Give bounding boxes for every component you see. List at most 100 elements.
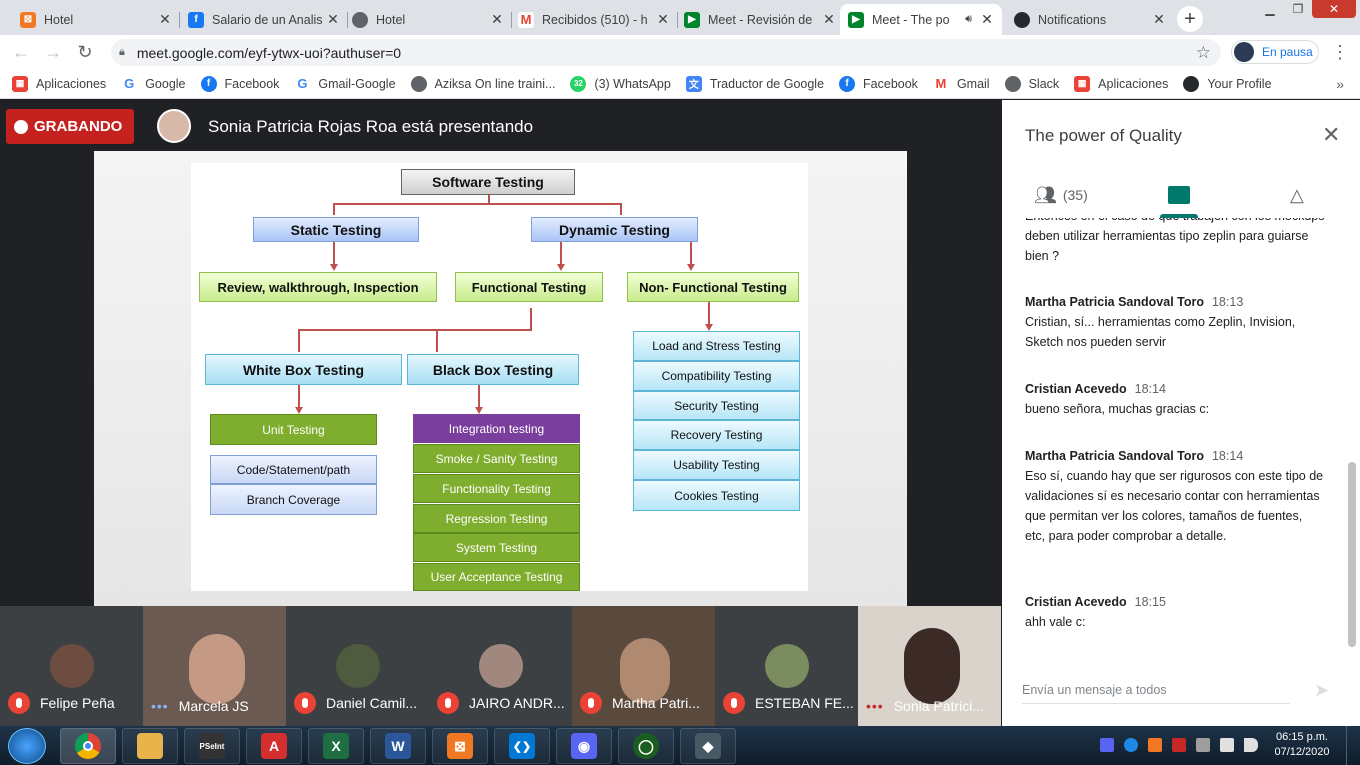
antivirus-tray-icon[interactable] [1172, 738, 1186, 752]
participant-tile[interactable]: ••• Marcela JS [143, 606, 286, 726]
discord-tray-icon[interactable] [1100, 738, 1114, 752]
chat-message-input[interactable]: Envía un mensaje a todos [1022, 683, 1290, 704]
address-bar[interactable]: 🔒︎ meet.google.com/eyf-ytwx-uoi?authuser… [111, 39, 1221, 66]
close-icon[interactable]: ✕ [822, 11, 836, 28]
flag-tray-icon[interactable] [1196, 738, 1210, 752]
diagram-node-branch: Branch Coverage [210, 484, 377, 515]
people-count: (35) [1062, 187, 1088, 203]
speaker-icon[interactable]: 🔊︎ [965, 13, 972, 26]
bookmark-item[interactable]: Slack [1004, 75, 1060, 92]
tab-activities[interactable]: △ [1290, 180, 1304, 210]
participant-video [904, 628, 960, 704]
minimize-button[interactable]: ▁ [1256, 0, 1284, 18]
clock-date: 07/12/2020 [1274, 746, 1330, 758]
back-button[interactable]: ← [9, 41, 33, 63]
close-icon[interactable]: ✕ [656, 11, 670, 28]
tab[interactable]: ▶ Meet - Revisión de ✕ [676, 4, 844, 35]
tab[interactable]: Hotel ✕ [344, 4, 512, 35]
close-icon[interactable]: ✕ [326, 11, 340, 28]
xampp-app[interactable]: ⊠ [432, 728, 488, 764]
diagram-node-nonfunc-item: Security Testing [633, 391, 800, 420]
profile-button[interactable]: En pausa [1231, 40, 1319, 64]
lock-icon: 🔒︎ [119, 46, 125, 58]
chat-scrollbar[interactable] [1348, 462, 1356, 647]
vscode-app[interactable]: ❮❯ [494, 728, 550, 764]
show-desktop-button[interactable] [1346, 726, 1360, 765]
word-app[interactable]: W [370, 728, 426, 764]
participant-tile[interactable]: JAIRO ANDR... [429, 606, 572, 726]
new-tab-button[interactable]: + [1177, 6, 1203, 32]
participant-tile[interactable]: ••• Sonia Patrici... [858, 606, 1001, 726]
greenshot-app[interactable]: ◯ [618, 728, 674, 764]
apps-grid-icon: ▦ [12, 75, 28, 92]
chat-messages: Entonces en el caso de que trabajen con … [1002, 218, 1360, 654]
bookmark-label: Aplicaciones [36, 76, 107, 91]
system-clock[interactable]: 06:15 p.m. 07/12/2020 [1272, 730, 1332, 760]
bookmark-item[interactable]: Aziksa On line traini... [410, 75, 555, 92]
message-time: 18:14 [1134, 382, 1166, 396]
bookmark-item[interactable]: G Google [121, 75, 186, 92]
tab[interactable]: f Salario de un Analis ✕ [180, 4, 348, 35]
bookmark-item[interactable]: f Facebook [839, 75, 918, 92]
tab[interactable]: Notifications ✕ [1006, 4, 1174, 35]
close-icon[interactable]: ✕ [158, 11, 172, 28]
bookmark-item[interactable]: 文 Traductor de Google [685, 75, 824, 92]
bookmark-item[interactable]: 32 (3) WhatsApp [570, 75, 671, 92]
avatar [157, 109, 191, 143]
tab[interactable]: M Recibidos (510) - h ✕ [510, 4, 678, 35]
forward-button[interactable]: → [41, 41, 65, 63]
google-icon: G [294, 75, 311, 92]
presenter-text: Sonia Patricia Rojas Roa está presentand… [208, 117, 534, 136]
participant-tile[interactable]: Felipe Peña [0, 606, 143, 726]
reload-button[interactable]: ↻ [73, 41, 97, 63]
tab[interactable]: ⊠ Hotel ✕ [12, 4, 180, 35]
diagram-node-review: Review, walkthrough, Inspection [199, 272, 437, 302]
psint-app[interactable]: PSeInt [184, 728, 240, 764]
close-icon[interactable]: ✕ [1322, 122, 1340, 148]
chat-message: Entonces en el caso de que trabajen con … [1025, 218, 1325, 266]
participant-tile[interactable]: Daniel Camil... [286, 606, 429, 726]
record-dot-icon [14, 119, 28, 134]
tab-chat[interactable] [1168, 180, 1190, 210]
diagram-node-root: Software Testing [401, 169, 575, 195]
bookmark-item[interactable]: M Gmail [932, 75, 990, 92]
discord-app[interactable]: ◉ [556, 728, 612, 764]
tab-active[interactable]: ▶ Meet - The po 🔊︎ ✕ [840, 4, 1002, 35]
excel-icon: X [323, 733, 349, 759]
more-bookmarks-icon[interactable]: » [1336, 76, 1344, 92]
bookmark-item[interactable]: Your Profile [1183, 75, 1272, 92]
bookmark-item[interactable]: f Facebook [200, 75, 279, 92]
bookmark-label: Slack [1028, 76, 1060, 91]
close-icon[interactable]: ✕ [1152, 11, 1166, 28]
bookmark-item[interactable]: ▦ Aplicaciones [12, 75, 107, 92]
xampp-tray-icon[interactable] [1148, 738, 1162, 752]
message-text: ahh vale c: [1025, 615, 1086, 629]
participant-name: JAIRO ANDR... [469, 695, 565, 711]
circle-icon: ◯ [633, 733, 659, 759]
start-button[interactable] [8, 728, 46, 764]
translate-icon: 文 [685, 75, 702, 92]
excel-app[interactable]: X [308, 728, 364, 764]
git-app[interactable]: ◆ [680, 728, 736, 764]
window-close-button[interactable]: ✕ [1312, 0, 1356, 18]
bookmark-item[interactable]: ▦ Aplicaciones [1074, 75, 1168, 92]
participant-tile[interactable]: Martha Patri... [572, 606, 715, 726]
tab-people[interactable]: 👥︎ (35) [1034, 180, 1088, 210]
network-tray-icon[interactable] [1220, 738, 1234, 752]
close-icon[interactable]: ✕ [490, 11, 504, 28]
star-icon[interactable]: ☆ [1196, 43, 1211, 63]
volume-icon[interactable] [1244, 738, 1258, 752]
mic-off-icon [437, 692, 459, 714]
participant-tile[interactable]: ESTEBAN FE... [715, 606, 858, 726]
close-icon[interactable]: ✕ [980, 11, 994, 28]
explorer-app[interactable] [122, 728, 178, 764]
maximize-button[interactable]: ❐ [1284, 0, 1312, 18]
chrome-app[interactable] [60, 728, 116, 764]
bookmark-item[interactable]: G Gmail-Google [294, 75, 396, 92]
menu-icon[interactable]: ⋮ [1328, 41, 1352, 63]
diagram-node-nonfunc-item: Cookies Testing [633, 480, 800, 511]
acrobat-app[interactable]: A [246, 728, 302, 764]
messenger-tray-icon[interactable] [1124, 738, 1138, 752]
participant-name: Sonia Patrici... [893, 698, 984, 714]
send-icon[interactable]: ➤ [1314, 680, 1329, 701]
